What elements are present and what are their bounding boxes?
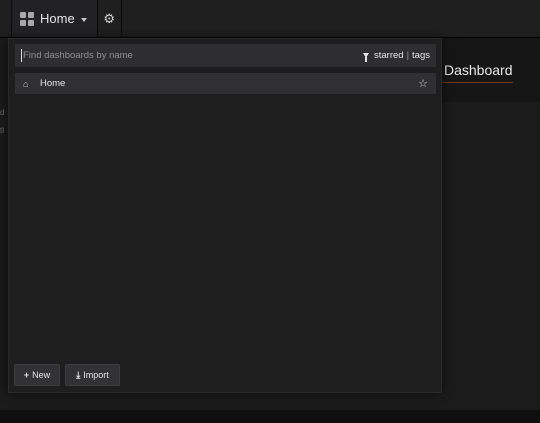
import-dashboard-button[interactable]: ⤓ Import: [65, 364, 120, 386]
dashboard-picker-button[interactable]: Home: [12, 0, 98, 37]
new-dashboard-button[interactable]: + New: [14, 364, 60, 386]
star-icon[interactable]: ☆: [418, 77, 428, 90]
dashboard-search-panel: starred | tags ⌂ Home ☆ + New ⤓ Import: [8, 38, 442, 393]
search-result-item[interactable]: ⌂ Home ☆: [15, 73, 436, 94]
text-cursor: [21, 49, 22, 62]
background-text-fragment: d: [0, 108, 5, 117]
page: Home ⚙ Dashboard d tl starred | tags ⌂ H…: [0, 0, 540, 423]
caret-down-icon: [80, 17, 87, 22]
starred-filter-link[interactable]: starred: [374, 50, 404, 61]
top-navbar: Home ⚙: [0, 0, 540, 38]
new-button-label: New: [32, 370, 51, 380]
filter-separator: |: [406, 50, 410, 61]
title-underline: [440, 82, 513, 83]
dashboard-title: Home: [40, 11, 75, 26]
plus-icon: +: [23, 370, 30, 380]
search-bar: starred | tags: [15, 44, 436, 67]
dashboard-grid-icon: [20, 11, 34, 26]
settings-button[interactable]: ⚙: [98, 0, 122, 37]
background-dashboard-title: Dashboard: [444, 62, 513, 78]
download-icon: ⤓: [76, 369, 81, 380]
bottom-strip: [0, 410, 540, 423]
sidemenu-toggle[interactable]: [0, 0, 12, 37]
filter-links: starred | tags: [362, 50, 430, 62]
search-result-label: Home: [40, 78, 66, 89]
tags-filter-link[interactable]: tags: [412, 50, 430, 61]
home-icon: ⌂: [23, 78, 29, 89]
gear-icon: ⚙: [103, 10, 116, 26]
filter-funnel-icon: [362, 53, 369, 62]
dashboard-search-input[interactable]: [23, 50, 363, 61]
import-button-label: Import: [83, 370, 109, 380]
background-text-fragment: tl: [0, 126, 4, 135]
